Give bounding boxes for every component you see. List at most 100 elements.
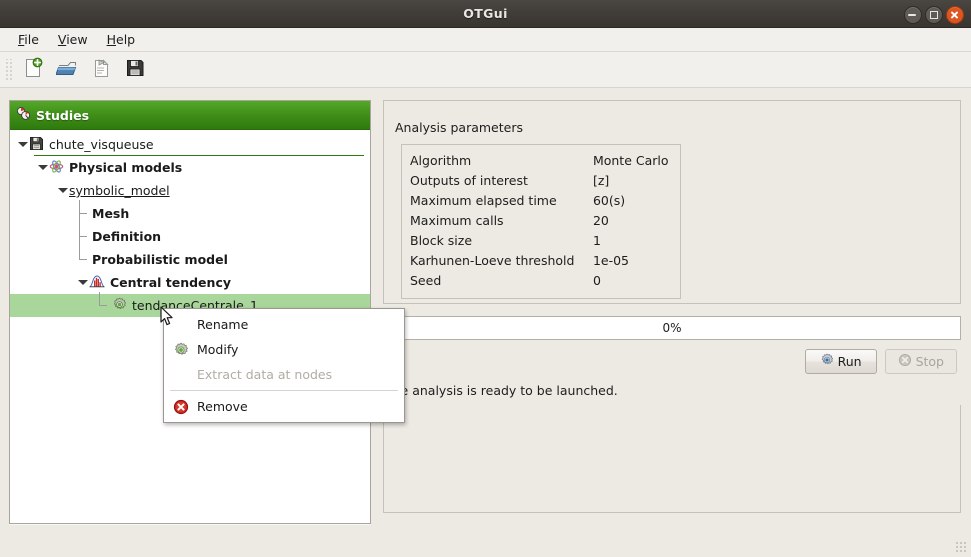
run-button-label: Run [838,354,862,369]
tree-item-probabilistic-model[interactable]: Probabilistic model [10,248,370,271]
title-bar: OTGui [0,0,971,28]
table-row: Outputs of interest [z] [410,171,672,191]
param-value: 1e-05 [581,251,672,271]
param-value: 1 [581,231,672,251]
menu-bar: File View Help [0,28,971,52]
table-row: Maximum elapsed time 60(s) [410,191,672,211]
table-row: Maximum calls 20 [410,211,672,231]
red-delete-icon [172,398,190,416]
window-controls [904,6,964,24]
tree-item-physical-models[interactable]: Physical models [10,156,370,179]
blue-gear-icon [820,353,834,370]
new-study-button[interactable] [18,55,48,85]
menu-view-mnemonic: V [58,32,66,47]
tree-branch-line [76,225,92,248]
param-name: Seed [410,271,581,291]
tree-item-label: Physical models [69,160,182,175]
green-gear-icon [172,341,190,359]
floppy-save-icon [124,57,146,82]
run-button[interactable]: Run [805,349,877,374]
tree-item-chute-visqueuse[interactable]: chute_visqueuse [10,133,370,156]
menu-view[interactable]: View [49,29,98,50]
param-value: 60(s) [581,191,672,211]
tree-branch-line [96,294,112,317]
context-menu-item-extract-data-at-nodes: Extract data at nodes [164,362,404,387]
param-name: Block size [410,231,581,251]
param-name: Maximum calls [410,211,581,231]
param-value: 20 [581,211,672,231]
studies-panel-header: Studies [10,101,370,130]
analysis-actions: Run Stop [805,349,957,374]
analysis-status-text: The analysis is ready to be launched. [385,383,618,398]
maximize-button-icon[interactable] [925,6,943,24]
param-name: Karhunen-Loeve threshold [410,251,581,271]
analysis-results-area [383,405,961,513]
param-value: [z] [581,171,672,191]
context-menu-separator [170,390,398,391]
analysis-parameters-group: Analysis parameters Algorithm Monte Carl… [383,100,961,304]
studies-icon [16,106,31,124]
context-menu-item-label: Rename [197,317,248,332]
toolbar-drag-handle[interactable] [4,59,14,81]
context-menu-item-label: Remove [197,399,248,414]
chevron-down-icon[interactable] [76,276,89,289]
progress-percentage: 0% [384,317,960,339]
new-study-icon [22,57,44,82]
context-menu-item-label: Modify [197,342,238,357]
tree-item-label: symbolic_model [69,183,170,198]
window-resize-grip[interactable] [955,541,968,554]
close-button-icon[interactable] [946,6,964,24]
save-study-button[interactable] [120,55,150,85]
window-title: OTGui [0,0,971,27]
histogram-icon [89,274,105,291]
no-icon-placeholder [172,316,190,334]
context-menu-item-remove[interactable]: Remove [164,394,404,419]
context-menu-item-modify[interactable]: Modify [164,337,404,362]
chevron-down-icon[interactable] [56,184,69,197]
open-study-button[interactable] [52,55,82,85]
analysis-parameters-table: Algorithm Monte Carlo Outputs of interes… [410,151,672,291]
menu-help-label: elp [116,32,135,47]
table-row: Block size 1 [410,231,672,251]
chevron-down-icon[interactable] [16,138,29,151]
import-script-icon [90,57,112,82]
analysis-panel: Analysis parameters Algorithm Monte Carl… [383,100,961,513]
context-menu-item-rename[interactable]: Rename [164,312,404,337]
chevron-down-icon[interactable] [36,161,49,174]
param-value: 0 [581,271,672,291]
param-value: Monte Carlo [581,151,672,171]
stop-button[interactable]: Stop [885,349,957,374]
menu-help[interactable]: Help [98,29,146,50]
context-menu-item-label: Extract data at nodes [197,367,332,382]
analysis-parameters-box: Algorithm Monte Carlo Outputs of interes… [401,144,681,299]
otgui-window: OTGui File View Help [0,0,971,557]
tree-branch-line [76,248,92,271]
studies-tree: chute_visqueuse Physical mod [10,130,370,317]
tree-item-mesh[interactable]: Mesh [10,202,370,225]
tree-item-label: Mesh [92,206,129,221]
studies-header-label: Studies [36,108,89,123]
import-script-button[interactable] [86,55,116,85]
atom-icon [49,159,64,177]
save-icon [29,136,44,154]
table-row: Karhunen-Loeve threshold 1e-05 [410,251,672,271]
tree-item-definition[interactable]: Definition [10,225,370,248]
study-root-separator [34,155,364,156]
minimize-button-icon[interactable] [904,6,922,24]
analysis-progress-bar: 0% [383,316,961,340]
tree-branch-line [76,202,92,225]
stop-button-label: Stop [916,354,944,369]
param-name: Algorithm [410,151,581,171]
analysis-parameters-title: Analysis parameters [395,120,523,135]
tree-item-central-tendency[interactable]: Central tendency [10,271,370,294]
no-icon-placeholder [172,366,190,384]
green-gear-icon [112,297,127,315]
stop-icon [898,353,912,370]
table-row: Seed 0 [410,271,672,291]
table-row: Algorithm Monte Carlo [410,151,672,171]
tree-item-symbolic-model[interactable]: symbolic_model [10,179,370,202]
menu-file[interactable]: File [9,29,49,50]
menu-file-label: ile [24,32,39,47]
param-name: Outputs of interest [410,171,581,191]
tree-item-label: Definition [92,229,161,244]
